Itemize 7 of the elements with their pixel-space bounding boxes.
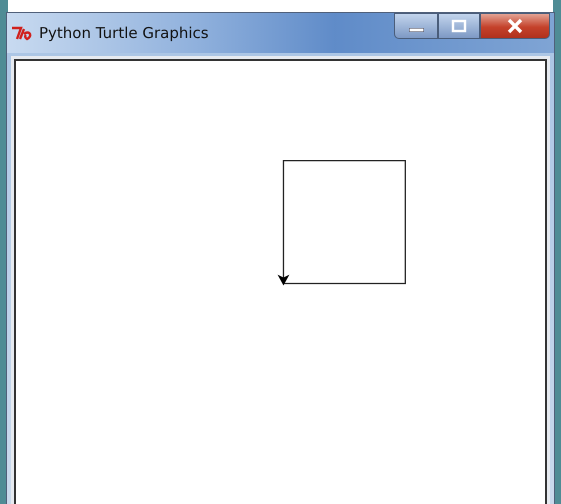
minimize-icon: [408, 28, 424, 32]
close-button[interactable]: [480, 13, 550, 39]
window-title: Python Turtle Graphics: [39, 24, 209, 42]
maximize-icon: [449, 19, 469, 33]
minimize-button[interactable]: [394, 13, 438, 39]
maximize-button[interactable]: [438, 13, 480, 39]
close-icon: [505, 18, 525, 34]
